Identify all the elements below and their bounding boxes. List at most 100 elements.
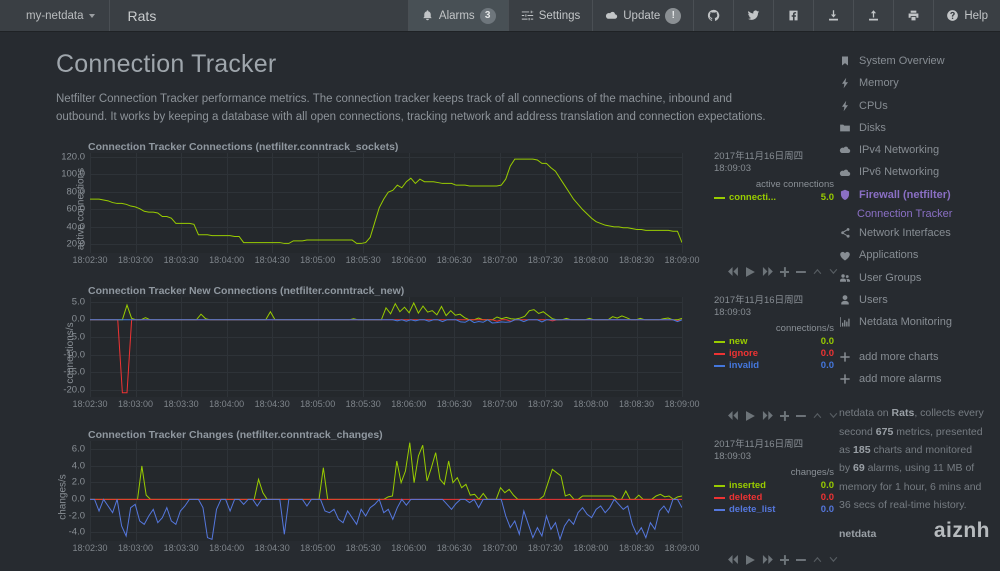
- sidebar-item-network-interfaces[interactable]: Network Interfaces: [833, 222, 990, 244]
- forward-icon[interactable]: [762, 411, 773, 420]
- settings-button[interactable]: Settings: [508, 0, 593, 31]
- sidebar-item-applications[interactable]: Applications: [833, 244, 990, 266]
- forward-icon[interactable]: [762, 267, 773, 276]
- update-button[interactable]: Update !: [592, 0, 693, 31]
- sidebar-item-label: Firewall (netfilter): [859, 188, 951, 202]
- upload-button[interactable]: [853, 0, 893, 31]
- backward-icon[interactable]: [728, 411, 739, 420]
- sidebar-item-label: Users: [859, 293, 888, 307]
- play-icon[interactable]: [746, 267, 755, 277]
- sidebar-item-ipv6-networking[interactable]: IPv6 Networking: [833, 161, 990, 183]
- legend-row[interactable]: ignore0.0: [714, 348, 834, 359]
- sidebar-item-users[interactable]: Users: [833, 289, 990, 311]
- backward-icon[interactable]: [728, 555, 739, 564]
- plus-icon[interactable]: [780, 555, 790, 565]
- sliders-icon: [521, 9, 534, 22]
- series-line: [90, 499, 682, 539]
- x-tick-label: 18:03:30: [164, 255, 199, 265]
- x-tick-label: 18:04:30: [255, 543, 290, 553]
- y-tick-label: -20.0: [63, 384, 85, 395]
- x-tick-label: 18:03:30: [164, 399, 199, 409]
- sidebar-item-disks[interactable]: Disks: [833, 117, 990, 139]
- y-tick-label: 100.0: [61, 169, 85, 180]
- plus-icon: [839, 373, 851, 385]
- download-button[interactable]: [813, 0, 853, 31]
- twitter-link[interactable]: [733, 0, 773, 31]
- help-button[interactable]: Help: [933, 0, 1000, 31]
- x-tick-label: 18:03:00: [118, 255, 153, 265]
- chevron-up-icon[interactable]: [813, 412, 822, 419]
- share-icon: [839, 227, 851, 239]
- print-button[interactable]: [893, 0, 933, 31]
- chart-toolbar: [728, 267, 838, 277]
- chevron-up-icon[interactable]: [813, 268, 822, 275]
- x-tick-label: 18:04:00: [209, 255, 244, 265]
- sidebar-action-add-more-charts[interactable]: add more charts: [833, 346, 990, 368]
- legend-series-name: deleted: [729, 492, 762, 503]
- legend-row[interactable]: deleted0.0: [714, 492, 834, 503]
- legend-color-swatch: [714, 485, 725, 487]
- update-label: Update: [623, 10, 660, 22]
- sidebar-subitem-connection-tracker[interactable]: Connection Tracker: [833, 206, 990, 222]
- x-tick-label: 18:06:30: [437, 543, 472, 553]
- x-tick-label: 18:05:00: [300, 543, 335, 553]
- chart-svg: [90, 297, 682, 397]
- sidebar-item-cpus[interactable]: CPUs: [833, 95, 990, 117]
- legend-row[interactable]: invalid0.0: [714, 360, 834, 371]
- alarms-button[interactable]: Alarms 3: [408, 0, 508, 31]
- x-tick-label: 18:07:30: [528, 399, 563, 409]
- x-tick-label: 18:05:30: [346, 543, 381, 553]
- legend-series-name: inserted: [729, 480, 766, 491]
- sidebar-spacer: [833, 334, 990, 346]
- help-label: Help: [964, 10, 988, 22]
- legend-row[interactable]: inserted0.0: [714, 480, 834, 491]
- x-tick-label: 18:06:00: [391, 255, 426, 265]
- legend-color-swatch: [714, 353, 725, 355]
- info-charts: 185: [853, 444, 871, 456]
- sidebar-item-ipv4-networking[interactable]: IPv4 Networking: [833, 139, 990, 161]
- github-icon: [707, 9, 720, 22]
- y-tick-label: 6.0: [72, 443, 85, 454]
- minus-icon[interactable]: [796, 414, 806, 418]
- navbar-actions: Alarms 3 Settings Update !: [408, 0, 1000, 31]
- play-icon[interactable]: [746, 411, 755, 421]
- sidebar-action-label: add more charts: [859, 350, 938, 364]
- legend-row[interactable]: new0.0: [714, 336, 834, 347]
- y-tick-label: -5.0: [69, 332, 85, 343]
- sidebar-action-add-more-alarms[interactable]: add more alarms: [833, 368, 990, 390]
- minus-icon[interactable]: [796, 558, 806, 562]
- x-tick-label: 18:03:30: [164, 543, 199, 553]
- cloud-icon: [839, 144, 851, 156]
- plus-icon[interactable]: [780, 267, 790, 277]
- legend-row[interactable]: connecti...5.0: [714, 192, 834, 203]
- play-icon[interactable]: [746, 555, 755, 565]
- facebook-link[interactable]: [773, 0, 813, 31]
- legend-row[interactable]: delete_list0.0: [714, 504, 834, 515]
- settings-label: Settings: [539, 10, 581, 22]
- sidebar-item-netdata-monitoring[interactable]: Netdata Monitoring: [833, 311, 990, 333]
- chevron-down-icon[interactable]: [829, 556, 838, 563]
- sidebar-item-label: IPv6 Networking: [859, 165, 939, 179]
- info-host: Rats: [892, 407, 915, 419]
- plot-area[interactable]: 120.0100.080.060.040.020.018:02:3018:03:…: [90, 153, 682, 253]
- series-line: [90, 319, 682, 392]
- plot-area[interactable]: 6.04.02.00.0-2.0-4.018:02:3018:03:0018:0…: [90, 441, 682, 541]
- x-tick-label: 18:04:30: [255, 399, 290, 409]
- plot-area[interactable]: 5.00.0-5.0-10.0-15.0-20.018:02:3018:03:0…: [90, 297, 682, 397]
- github-link[interactable]: [693, 0, 733, 31]
- sidebar-item-system-overview[interactable]: System Overview: [833, 50, 990, 72]
- update-badge: !: [665, 8, 681, 24]
- forward-icon[interactable]: [762, 555, 773, 564]
- help-icon: [946, 9, 959, 22]
- bolt-icon: [839, 100, 851, 112]
- sidebar-item-memory[interactable]: Memory: [833, 72, 990, 94]
- backward-icon[interactable]: [728, 267, 739, 276]
- sidebar-item-label: CPUs: [859, 99, 888, 113]
- sidebar-action-label: add more alarms: [859, 372, 942, 386]
- brand-dropdown[interactable]: my-netdata: [0, 0, 110, 31]
- sidebar-item-user-groups[interactable]: User Groups: [833, 267, 990, 289]
- plus-icon[interactable]: [780, 411, 790, 421]
- minus-icon[interactable]: [796, 270, 806, 274]
- chevron-up-icon[interactable]: [813, 556, 822, 563]
- sidebar-item-firewall-netfilter[interactable]: Firewall (netfilter): [833, 184, 990, 206]
